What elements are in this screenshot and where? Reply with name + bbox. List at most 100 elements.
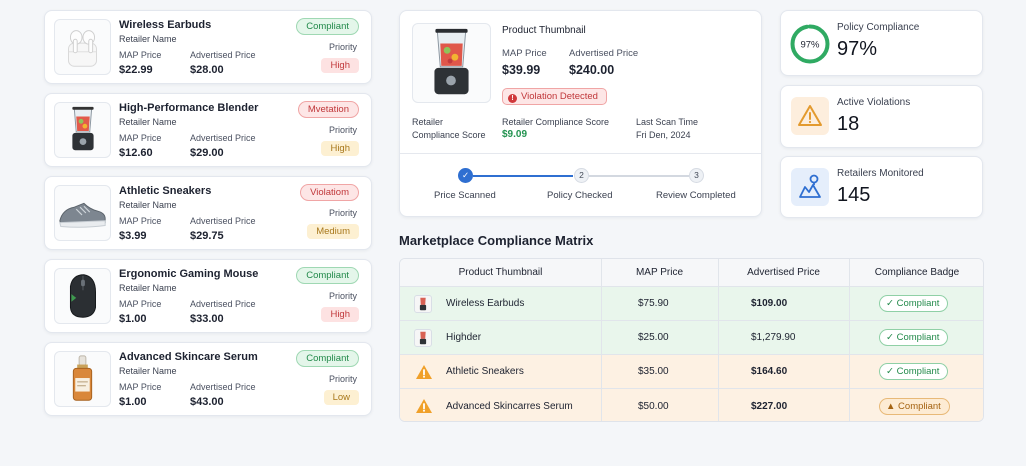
column-header-product[interactable]: Product Thumbnail: [400, 259, 601, 286]
row-icon-cell: [415, 389, 433, 421]
policy-compliance-card[interactable]: 97% Policy Compliance 97%: [780, 10, 983, 76]
retailer-label: Retailer: [412, 117, 444, 127]
step-3-label: Review Completed: [656, 190, 736, 201]
earbuds-icon: [54, 19, 111, 75]
advertised-price: $29.00: [190, 147, 224, 159]
priority-badge: High: [321, 307, 359, 322]
product-name-cell: Athletic Sneakers: [446, 366, 524, 377]
step-1-label: Price Scanned: [434, 190, 496, 201]
product-card[interactable]: Athletic Sneakers Retailer Name MAP Pric…: [44, 176, 372, 250]
blender-icon: [414, 294, 432, 313]
warning-triangle-icon: [791, 97, 829, 135]
retailer-name: Retailer Name: [119, 34, 177, 44]
compliance-badge-cell: ✓ Compliant: [879, 287, 949, 320]
map-price-label: MAP Price: [119, 50, 162, 60]
blender-icon: [412, 23, 491, 103]
column-header-compliance-badge[interactable]: Compliance Badge: [849, 259, 983, 286]
column-header-advertised-price[interactable]: Advertised Price: [718, 259, 849, 286]
map-price-cell: $50.00: [638, 400, 669, 412]
column-divider: [849, 259, 850, 421]
column-divider: [718, 259, 719, 421]
retailer-name: Retailer Name: [119, 200, 177, 210]
advertised-price-cell: $227.00: [751, 400, 788, 412]
map-price: $22.99: [119, 64, 153, 76]
compliant-badge-label: Compliant: [896, 298, 940, 309]
warning-badge: ▲ Compliant: [879, 397, 950, 415]
priority-badge: High: [321, 58, 359, 73]
advertised-price-label: Advertised Price: [190, 50, 256, 60]
divider: [400, 153, 761, 154]
alert-icon: !: [508, 94, 517, 103]
compliance-score-label: Compliance Score: [412, 130, 486, 140]
compliance-badge-cell: ▲ Compliant: [879, 389, 950, 421]
status-badge: Compliant: [296, 350, 359, 367]
detail-advertised-price: $240.00: [569, 63, 615, 77]
product-card[interactable]: High-Performance Blender Retailer Name M…: [44, 93, 372, 167]
check-icon: ✓: [886, 298, 897, 309]
step-3-indicator: 3: [689, 168, 704, 183]
progress-line-todo: [589, 175, 689, 177]
compliant-badge-label: Compliant: [896, 332, 940, 343]
status-badge: Compliant: [296, 267, 359, 284]
progress-line-done: [473, 175, 573, 177]
check-icon: ✓: [886, 332, 897, 343]
detail-map-label: MAP Price: [502, 48, 547, 59]
product-name: Advanced Skincare Serum: [119, 351, 258, 363]
priority-label: Priority: [328, 208, 357, 218]
mouse-icon: [54, 268, 111, 324]
product-card[interactable]: Advanced Skincare Serum Retailer Name MA…: [44, 342, 372, 416]
table-row[interactable]: Advanced Skincarres Serum $50.00 $227.00…: [400, 389, 983, 421]
advertised-price-label: Advertised Price: [190, 216, 256, 226]
retailers-monitored-card[interactable]: Retailers Monitored 145: [780, 156, 983, 218]
kpi-value: 97%: [837, 38, 878, 60]
priority-badge: Medium: [307, 224, 359, 239]
row-icon-cell: [414, 287, 432, 320]
advertised-price-cell: $1,279.90: [751, 332, 796, 343]
ring-label: 97%: [800, 40, 820, 51]
column-divider: [601, 259, 602, 421]
kpi-value: 145: [837, 184, 871, 206]
map-price: $3.99: [119, 230, 147, 242]
step-2-label: Policy Checked: [547, 190, 613, 201]
violation-text: Violation Detected: [521, 91, 598, 102]
compliant-badge: ✓ Compliant: [879, 363, 949, 380]
advertised-price-cell: $109.00: [751, 298, 788, 309]
priority-label: Priority: [328, 291, 357, 301]
priority-label: Priority: [328, 125, 357, 135]
column-header-map-price[interactable]: MAP Price: [601, 259, 718, 286]
blender-icon: [414, 328, 432, 347]
product-name: Ergonomic Gaming Mouse: [119, 268, 259, 280]
active-violations-card[interactable]: Active Violations 18: [780, 85, 983, 148]
step-1-check-icon: ✓: [458, 168, 473, 183]
product-detail-card: Product Thumbnail MAP Price Advertised P…: [399, 10, 762, 217]
product-card[interactable]: Ergonomic Gaming Mouse Retailer Name MAP…: [44, 259, 372, 333]
compliance-matrix-table: Product Thumbnail MAP Price Advertised P…: [399, 258, 984, 422]
product-name: High-Performance Blender: [119, 102, 259, 114]
step-2-indicator: 2: [574, 168, 589, 183]
priority-label: Priority: [328, 42, 357, 52]
retailer-compliance-label: Retailer Compliance Score: [502, 117, 610, 127]
table-row[interactable]: Athletic Sneakers $35.00 $164.60 ✓ Compl…: [400, 355, 983, 389]
warning-badge-label: Compliant: [898, 400, 941, 412]
priority-badge: High: [321, 141, 359, 156]
kpi-label: Policy Compliance: [837, 22, 920, 33]
advertised-price-label: Advertised Price: [190, 133, 256, 143]
map-price-cell: $75.90: [638, 298, 669, 309]
map-pin-icon: [791, 168, 829, 206]
matrix-title: Marketplace Compliance Matrix: [399, 233, 594, 248]
advertised-price: $43.00: [190, 396, 224, 408]
table-row[interactable]: Highder $25.00 $1,279.90 ✓ Compliant: [400, 321, 983, 355]
table-header-row: Product Thumbnail MAP Price Advertised P…: [400, 259, 983, 287]
map-price-label: MAP Price: [119, 382, 162, 392]
advertised-price-cell: $164.60: [751, 366, 788, 377]
table-row[interactable]: Wireless Earbuds $75.90 $109.00 ✓ Compli…: [400, 287, 983, 321]
product-name: Athletic Sneakers: [119, 185, 212, 197]
kpi-value: 18: [837, 113, 860, 135]
advertised-price: $28.00: [190, 64, 224, 76]
advertised-price: $29.75: [190, 230, 224, 242]
advertised-price: $33.00: [190, 313, 224, 325]
advertised-price-label: Advertised Price: [190, 299, 256, 309]
status-badge: Violatiom: [300, 184, 359, 201]
check-icon: ✓: [886, 366, 897, 377]
product-card[interactable]: Wireless Earbuds Retailer Name MAP Price…: [44, 10, 372, 84]
